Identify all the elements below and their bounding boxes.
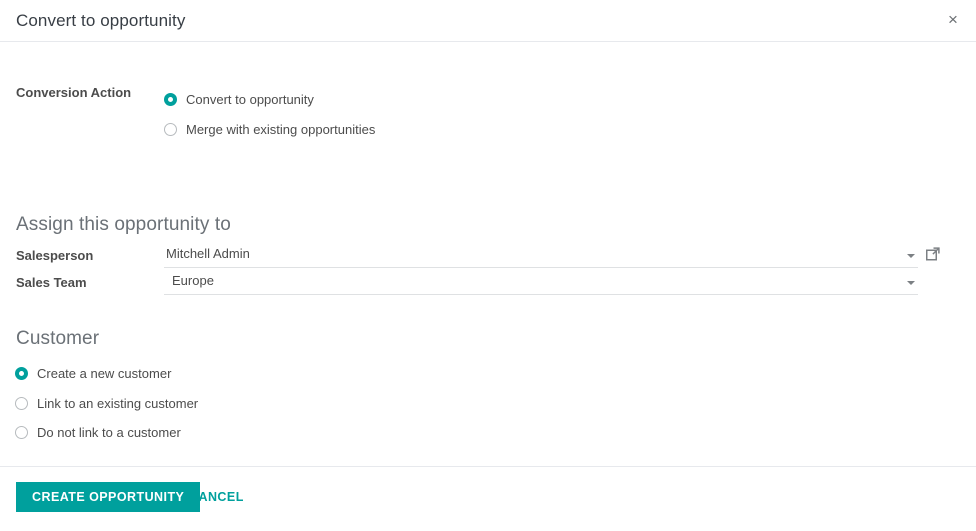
dialog-footer: CREATE OPPORTUNITY CANCEL bbox=[0, 466, 976, 531]
close-icon[interactable]: × bbox=[939, 7, 967, 33]
chevron-down-icon[interactable] bbox=[907, 254, 915, 258]
chevron-down-icon[interactable] bbox=[907, 281, 915, 285]
conversion-action-label: Conversion Action bbox=[16, 85, 132, 100]
radio-label: Do not link to a customer bbox=[37, 425, 181, 441]
salesperson-input[interactable]: Mitchell Admin bbox=[164, 245, 918, 268]
conversion-action-radio-group: Convert to opportunity Merge with existi… bbox=[164, 84, 375, 144]
radio-convert-to-opportunity[interactable]: Convert to opportunity bbox=[164, 84, 375, 114]
radio-link-to-an-existing-customer[interactable]: Link to an existing customer bbox=[15, 389, 198, 419]
salesperson-value: Mitchell Admin bbox=[166, 246, 250, 261]
dialog-header: Convert to opportunity × bbox=[0, 0, 976, 42]
radio-create-a-new-customer[interactable]: Create a new customer bbox=[15, 359, 198, 389]
radio-indicator-unselected[interactable] bbox=[15, 426, 28, 440]
sales-team-input[interactable]: Europe bbox=[164, 272, 918, 295]
dialog-title: Convert to opportunity bbox=[16, 11, 186, 30]
radio-indicator-selected[interactable] bbox=[164, 92, 177, 106]
create-opportunity-button[interactable]: CREATE OPPORTUNITY bbox=[16, 482, 201, 512]
radio-label: Create a new customer bbox=[37, 366, 172, 382]
radio-do-not-link-to-a-customer[interactable]: Do not link to a customer bbox=[15, 418, 198, 448]
salesperson-label: Salesperson bbox=[16, 248, 94, 263]
convert-to-opportunity-dialog: Convert to opportunity × Conversion Acti… bbox=[0, 0, 976, 531]
sales-team-value: Europe bbox=[172, 273, 214, 288]
radio-merge-with-existing-opportunities[interactable]: Merge with existing opportunities bbox=[164, 114, 375, 144]
radio-label: Link to an existing customer bbox=[37, 395, 199, 411]
dialog-body: Conversion Action Convert to opportunity… bbox=[0, 42, 976, 466]
external-link-icon[interactable] bbox=[926, 247, 940, 261]
cancel-button[interactable]: CANCEL bbox=[181, 482, 252, 512]
customer-radio-group: Create a new customer Link to an existin… bbox=[15, 359, 198, 448]
sales-team-label: Sales Team bbox=[16, 275, 87, 290]
radio-indicator-unselected[interactable] bbox=[15, 396, 28, 410]
radio-indicator-selected[interactable] bbox=[15, 367, 28, 381]
radio-label: Merge with existing opportunities bbox=[186, 121, 376, 137]
assign-section-heading: Assign this opportunity to bbox=[16, 214, 231, 235]
radio-indicator-unselected[interactable] bbox=[164, 122, 177, 136]
customer-section-heading: Customer bbox=[16, 328, 100, 349]
radio-label: Convert to opportunity bbox=[186, 91, 314, 107]
